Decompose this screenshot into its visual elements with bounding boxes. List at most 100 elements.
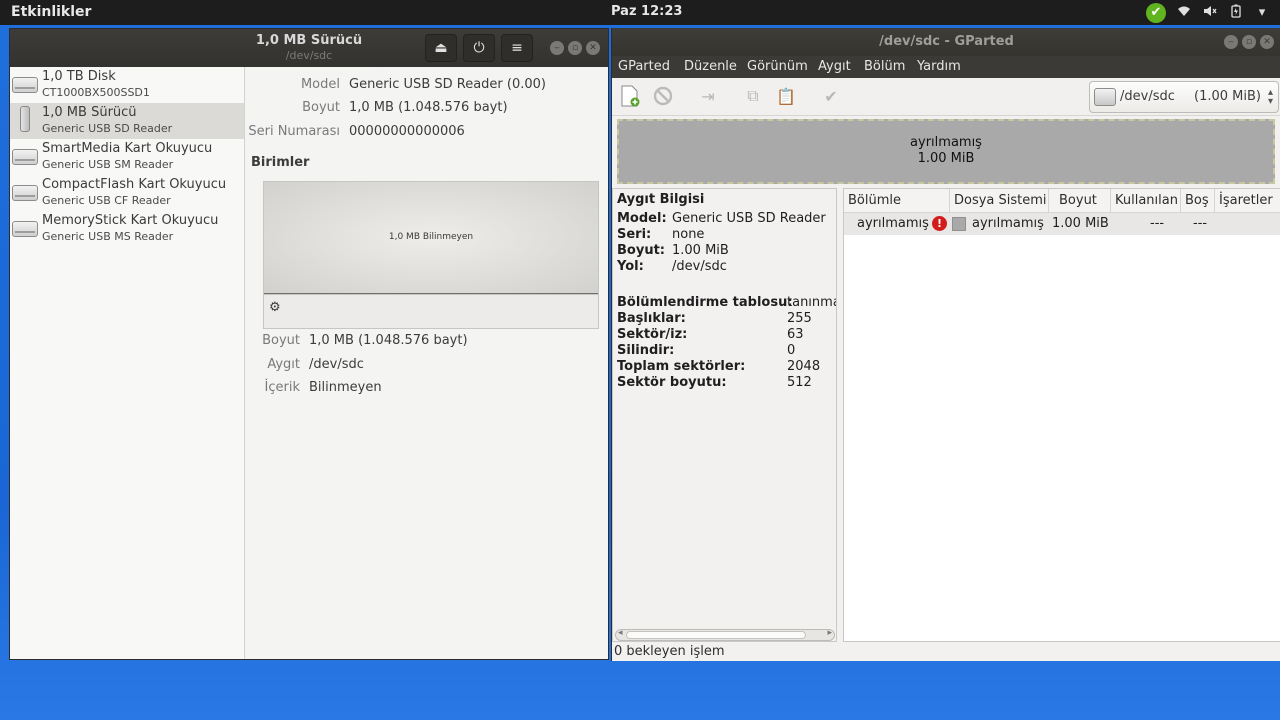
paste-icon[interactable]: 📋 [774, 84, 798, 108]
info-value: 2048 [787, 359, 821, 374]
window-title: /dev/sdc - GParted [879, 34, 1014, 49]
menu-view[interactable]: Görünüm [747, 59, 808, 74]
battery-icon[interactable] [1228, 4, 1244, 22]
menu-device[interactable]: Aygıt [818, 59, 851, 74]
col-filesystem[interactable]: Dosya Sistemi [950, 189, 1049, 213]
info-value: /dev/sdc [672, 259, 727, 274]
resize-move-icon[interactable]: ⇥ [696, 84, 720, 108]
info-key: Bölümlendirme tablosu: [617, 295, 793, 310]
volume-icon[interactable] [1202, 5, 1218, 21]
info-row: Başlıklar: [617, 311, 686, 326]
gears-icon: ⚙ [269, 300, 281, 315]
cell-partition: ayrılmamış [857, 216, 929, 231]
partition-map-size: 1.00 MiB [917, 151, 975, 166]
info-row: Sektör/iz: [617, 327, 687, 342]
menu-partition[interactable]: Bölüm [864, 59, 905, 74]
info-value: tanınma [787, 295, 837, 310]
scroll-right-icon[interactable]: ▸ [827, 628, 832, 638]
volume-map: 1,0 MB Bilinmeyen [263, 181, 599, 295]
volume-segment[interactable]: 1,0 MB Bilinmeyen [264, 182, 598, 294]
info-value: 1.00 MiB [672, 243, 729, 258]
drive-name: 1,0 MB Sürücü [42, 105, 137, 120]
drive-item-1tb-disk[interactable]: 1,0 TB Disk CT1000BX500SSD1 [10, 67, 244, 103]
cell-filesystem: ayrılmamış [972, 216, 1044, 231]
wifi-icon[interactable] [1176, 5, 1192, 21]
size-label: Boyut [302, 100, 340, 115]
info-value: 512 [787, 375, 812, 390]
eject-button[interactable]: ⏏ [425, 34, 457, 62]
eject-icon: ⏏ [434, 40, 448, 56]
cell-size: 1.00 MiB [1052, 216, 1109, 231]
scroll-left-icon[interactable]: ◂ [618, 628, 623, 638]
status-bar: 0 bekleyen işlem [614, 644, 725, 659]
power-off-button[interactable]: ⏻ [463, 34, 495, 62]
menu-bar: GParted Düzenle Görünüm Aygıt Bölüm Yard… [612, 56, 1280, 78]
col-flags[interactable]: İşaretler [1215, 189, 1280, 213]
close-button[interactable]: ✕ [1260, 35, 1274, 49]
info-key: Sektör/iz: [617, 327, 688, 342]
device-selector[interactable]: /dev/sdc (1.00 MiB) ▴ ▾ [1089, 81, 1279, 113]
scroll-thumb[interactable] [626, 631, 806, 639]
menu-edit[interactable]: Düzenle [684, 59, 737, 74]
menu-help[interactable]: Yardım [917, 59, 961, 74]
info-row: Toplam sektörler: [617, 359, 745, 374]
size-value: 1,0 MB (1.048.576 bayt) [349, 100, 508, 115]
info-value: 0 [787, 343, 796, 358]
vol-content-value: Bilinmeyen [309, 380, 382, 395]
minimize-button[interactable]: ‒ [1224, 35, 1238, 49]
new-partition-icon[interactable] [618, 84, 642, 108]
minimize-button[interactable]: ‒ [550, 41, 564, 55]
info-value: 63 [787, 327, 804, 342]
maximize-button[interactable]: ▫ [568, 41, 582, 55]
apply-icon[interactable]: ✔ [819, 84, 843, 108]
vol-size-label: Boyut [262, 333, 300, 348]
usb-icon [20, 106, 30, 132]
copy-icon[interactable]: ⧉ [741, 84, 765, 108]
drive-list: 1,0 TB Disk CT1000BX500SSD1 1,0 MB Sürüc… [10, 67, 245, 659]
col-partition[interactable]: Bölümle [844, 189, 950, 213]
disks-headerbar: 1,0 MB Sürücü /dev/sdc ⏏ ⏻ ≡ ‒ ▫ ✕ [10, 29, 608, 67]
drive-desc: Generic USB SD Reader [42, 122, 173, 135]
update-check-icon[interactable]: ✔ [1146, 2, 1166, 23]
delete-icon[interactable] [651, 84, 675, 108]
info-value: none [672, 227, 705, 242]
info-row: Sektör boyutu: [617, 375, 727, 390]
serial-label: Seri Numarası [248, 124, 340, 139]
menu-gparted[interactable]: GParted [618, 59, 670, 74]
info-key: Toplam sektörler: [617, 359, 746, 374]
info-key: Sektör boyutu: [617, 375, 727, 390]
drive-menu-button[interactable]: ≡ [501, 34, 533, 62]
table-row[interactable]: ayrılmamış ! ayrılmamış 1.00 MiB --- --- [844, 213, 1280, 235]
col-size[interactable]: Boyut [1049, 189, 1111, 213]
partition-map-label: ayrılmamış [910, 135, 982, 150]
power-icon: ⏻ [473, 40, 485, 56]
drive-desc: CT1000BX500SSD1 [42, 86, 150, 99]
device-info-panel: Aygıt Bilgisi Model: Generic USB SD Read… [612, 188, 837, 642]
info-row: Boyut: [617, 243, 665, 258]
fs-color-swatch [952, 217, 966, 231]
info-row: Seri: [617, 227, 651, 242]
serial-value: 00000000000006 [349, 124, 465, 139]
info-key: Silindir: [617, 343, 675, 358]
drive-item-1mb-drive[interactable]: 1,0 MB Sürücü Generic USB SD Reader [10, 103, 244, 139]
hdd-icon [12, 185, 38, 201]
col-used[interactable]: Kullanılan [1111, 189, 1181, 213]
clock[interactable]: Paz 12:23 [611, 4, 682, 19]
menu-arrow-icon[interactable]: ▾ [1254, 5, 1270, 20]
system-tray: ✔ ▾ [1146, 2, 1270, 23]
partition-map[interactable]: ayrılmamış 1.00 MiB [617, 119, 1275, 184]
close-button[interactable]: ✕ [586, 41, 600, 55]
drive-item-smartmedia[interactable]: SmartMedia Kart Okuyucu Generic USB SM R… [10, 139, 244, 175]
horizontal-scrollbar[interactable]: ◂ ▸ [615, 628, 835, 641]
gparted-window: /dev/sdc - GParted ‒ ▫ ✕ GParted Düzenle… [611, 28, 1280, 661]
maximize-button[interactable]: ▫ [1242, 35, 1256, 49]
drive-item-compactflash[interactable]: CompactFlash Kart Okuyucu Generic USB CF… [10, 175, 244, 211]
device-info-heading: Aygıt Bilgisi [617, 192, 705, 207]
drive-item-memorystick[interactable]: MemoryStick Kart Okuyucu Generic USB MS … [10, 211, 244, 247]
hdd-icon [12, 77, 38, 93]
volume-settings-button[interactable]: ⚙ [269, 300, 281, 315]
drive-desc: Generic USB MS Reader [42, 230, 174, 243]
warning-icon: ! [932, 216, 947, 231]
activities-button[interactable]: Etkinlikler [11, 4, 91, 20]
col-free[interactable]: Boş [1181, 189, 1215, 213]
